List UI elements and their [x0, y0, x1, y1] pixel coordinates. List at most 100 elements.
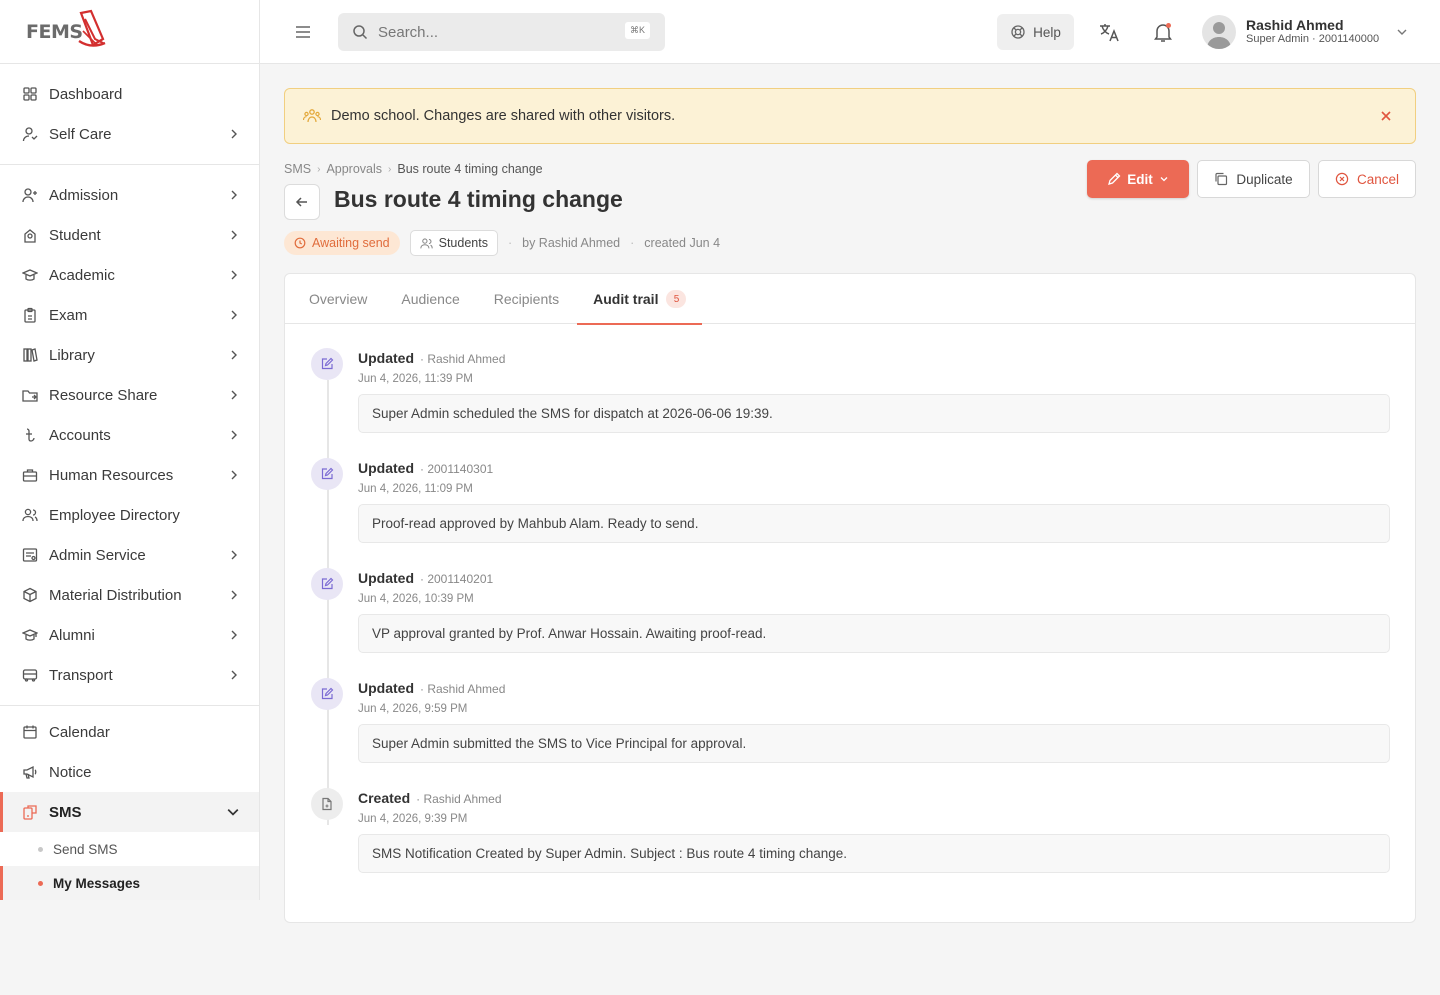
status-text: Awaiting send	[312, 236, 390, 250]
sidebar-item-admin-service[interactable]: Admin Service	[0, 535, 259, 575]
copy-icon	[1215, 172, 1228, 186]
main-content: Demo school. Changes are shared with oth…	[284, 88, 1416, 923]
audit-timestamp: Jun 4, 2026, 11:39 PM	[358, 373, 473, 385]
sidebar-item-material-distribution[interactable]: Material Distribution	[0, 575, 259, 615]
close-icon[interactable]	[1379, 109, 1393, 123]
edit-label: Edit	[1127, 171, 1153, 187]
sidebar-item-calendar[interactable]: Calendar	[0, 712, 259, 752]
bullet-dot	[38, 880, 43, 886]
breadcrumb-sms[interactable]: SMS	[284, 162, 311, 176]
chevron-right-icon	[231, 310, 237, 320]
sidebar-item-self-care[interactable]: Self Care	[0, 114, 259, 154]
duplicate-label: Duplicate	[1236, 171, 1293, 187]
sidebar-item-library[interactable]: Library	[0, 335, 259, 375]
tab-audience[interactable]: Audience	[401, 274, 459, 324]
sidebar-item-label: Notice	[49, 763, 92, 781]
audit-action: Updated	[358, 570, 414, 586]
student-icon	[22, 227, 38, 243]
back-button[interactable]	[284, 184, 320, 220]
chevron-right-icon	[231, 270, 237, 280]
duplicate-button[interactable]: Duplicate	[1197, 160, 1310, 198]
sidebar-item-student[interactable]: Student	[0, 215, 259, 255]
sidebar-item-notice[interactable]: Notice	[0, 752, 259, 792]
hamburger-menu-icon[interactable]	[294, 24, 312, 40]
edit-button[interactable]: Edit	[1087, 160, 1189, 198]
demo-banner: Demo school. Changes are shared with oth…	[284, 88, 1416, 144]
sidebar-item-label: Accounts	[49, 426, 111, 444]
chevron-right-icon	[231, 550, 237, 560]
breadcrumb: SMS › Approvals › Bus route 4 timing cha…	[284, 162, 543, 176]
sidebar-item-dashboard[interactable]: Dashboard	[0, 74, 259, 114]
chevron-down-icon[interactable]	[1396, 27, 1408, 37]
sidebar-item-label: Human Resources	[49, 466, 174, 484]
sidebar-subitem-my-messages[interactable]: My Messages	[0, 866, 259, 900]
sidebar-item-label: Student	[49, 226, 101, 244]
tab-label: Overview	[309, 291, 368, 307]
cancel-button[interactable]: Cancel	[1318, 160, 1416, 198]
created-text: created Jun 4	[644, 236, 721, 250]
sidebar-item-academic[interactable]: Academic	[0, 255, 259, 295]
chevron-down-icon	[1160, 177, 1168, 182]
breadcrumb-approvals[interactable]: Approvals	[326, 162, 382, 176]
sidebar-item-accounts[interactable]: Accounts	[0, 415, 259, 455]
users-icon	[303, 109, 321, 123]
sidebar-item-label: Dashboard	[49, 85, 123, 103]
arrow-left-icon	[295, 197, 307, 207]
audit-message: Super Admin scheduled the SMS for dispat…	[358, 394, 1390, 433]
audit-timestamp: Jun 4, 2026, 10:39 PM	[358, 593, 474, 605]
sidebar-item-sms[interactable]: SMS	[0, 792, 259, 832]
translate-icon[interactable]	[1098, 21, 1120, 43]
sidebar: FEMS Dashboard Self Care Admission Stude…	[0, 0, 260, 900]
sidebar-item-employee-directory[interactable]: Employee Directory	[0, 495, 259, 535]
search-input[interactable]	[378, 23, 608, 41]
logo-book-icon	[77, 9, 106, 47]
sidebar-item-human-resources[interactable]: Human Resources	[0, 455, 259, 495]
file-icon	[311, 788, 343, 820]
search-box[interactable]: ⌘K	[338, 13, 665, 51]
box-icon	[22, 587, 38, 603]
sidebar-item-label: Academic	[49, 266, 115, 284]
tab-overview[interactable]: Overview	[309, 274, 367, 324]
tab-recipients[interactable]: Recipients	[494, 274, 559, 324]
sidebar-item-admission[interactable]: Admission	[0, 175, 259, 215]
audit-action: Updated	[358, 350, 414, 366]
help-button[interactable]: Help	[997, 14, 1074, 50]
sidebar-item-label: Employee Directory	[49, 506, 180, 524]
audit-message: Proof-read approved by Mahbub Alam. Read…	[358, 504, 1390, 543]
nav-group-modules: Admission Student Academic Exam Library …	[0, 165, 259, 706]
logo[interactable]: FEMS	[0, 0, 259, 64]
sidebar-item-alumni[interactable]: Alumni	[0, 615, 259, 655]
users-icon	[22, 507, 38, 523]
audit-timeline: Updated · Rashid Ahmed Jun 4, 2026, 11:39…	[285, 324, 1415, 898]
chevron-right-icon	[231, 470, 237, 480]
sidebar-subitem-send-sms[interactable]: Send SMS	[0, 832, 259, 866]
folder-share-icon	[22, 387, 38, 403]
chevron-right-icon	[231, 350, 237, 360]
breadcrumb-separator: ›	[317, 163, 321, 175]
sidebar-item-label: Self Care	[49, 125, 112, 143]
meta-separator: ·	[507, 236, 513, 250]
user-plus-icon	[22, 187, 38, 203]
tab-audit-trail[interactable]: Audit trail 5	[577, 274, 703, 325]
audit-entry: Updated · Rashid Ahmed Jun 4, 2026, 9:59 …	[311, 678, 1390, 788]
breadcrumb-separator: ›	[388, 163, 392, 175]
taka-icon	[22, 427, 38, 443]
topbar: ⌘K Help Rashid Ahmed Super Admin · 20011…	[260, 0, 1440, 64]
avatar[interactable]	[1202, 15, 1236, 49]
sidebar-item-resource-share[interactable]: Resource Share	[0, 375, 259, 415]
audit-action: Updated	[358, 680, 414, 696]
user-name: Rashid Ahmed	[1246, 17, 1344, 33]
briefcase-icon	[22, 467, 38, 483]
sidebar-item-transport[interactable]: Transport	[0, 655, 259, 695]
audience-badge: Students	[409, 230, 498, 256]
help-label: Help	[1033, 24, 1061, 40]
user-avatar-icon	[1207, 22, 1231, 49]
audit-timestamp: Jun 4, 2026, 9:59 PM	[358, 703, 468, 715]
audit-action: Created	[358, 790, 411, 806]
sidebar-item-label: Alumni	[49, 626, 95, 644]
edit-icon	[311, 678, 343, 710]
tab-label: Audience	[401, 291, 460, 307]
sidebar-item-exam[interactable]: Exam	[0, 295, 259, 335]
author-text: by Rashid Ahmed	[522, 236, 621, 250]
edit-icon	[311, 568, 343, 600]
